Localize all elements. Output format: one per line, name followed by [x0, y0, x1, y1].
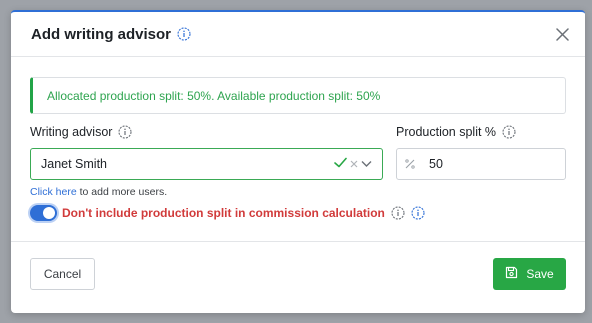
percent-icon [397, 149, 423, 179]
save-button[interactable]: Save [493, 258, 566, 290]
production-split-input[interactable]: 50 [396, 148, 566, 180]
writing-advisor-label: Writing advisor [30, 125, 132, 139]
selected-advisor: Janet Smith [41, 157, 108, 171]
modal-footer: Cancel Save [11, 242, 585, 313]
modal-title: Add writing advisor [31, 25, 172, 43]
alert-text: Allocated production split: 50%. Availab… [47, 88, 381, 103]
production-split-label: Production split % [396, 125, 516, 139]
info-icon[interactable] [411, 206, 425, 220]
add-writing-advisor-modal: Add writing advisor Allocated production… [11, 10, 585, 313]
check-icon [334, 157, 347, 171]
toggle-knob [43, 207, 55, 219]
add-users-helper: Click here to add more users. [30, 186, 167, 198]
modal-header: Add writing advisor [11, 12, 585, 57]
clear-icon[interactable] [350, 157, 358, 171]
info-icon[interactable] [391, 206, 405, 220]
toggle-label-text: Don't include production split in commis… [62, 206, 385, 220]
modal-body: Allocated production split: 50%. Availab… [11, 57, 585, 242]
production-split-label-text: Production split % [396, 125, 497, 139]
add-users-link[interactable]: Click here [30, 186, 77, 198]
helper-text: to add more users. [76, 186, 168, 198]
production-split-value: 50 [429, 157, 443, 171]
writing-advisor-label-text: Writing advisor [30, 125, 113, 139]
exclude-commission-toggle[interactable] [30, 205, 57, 221]
info-icon[interactable] [118, 125, 132, 139]
save-button-label: Save [526, 267, 554, 281]
chevron-down-icon[interactable] [361, 157, 372, 171]
cancel-button[interactable]: Cancel [30, 258, 95, 290]
exclude-commission-label: Don't include production split in commis… [62, 206, 425, 220]
allocation-alert: Allocated production split: 50%. Availab… [30, 77, 566, 114]
info-icon[interactable] [177, 27, 191, 41]
info-icon[interactable] [502, 125, 516, 139]
writing-advisor-select[interactable]: Janet Smith [30, 148, 383, 180]
close-icon[interactable] [553, 25, 571, 43]
save-icon [505, 266, 518, 282]
